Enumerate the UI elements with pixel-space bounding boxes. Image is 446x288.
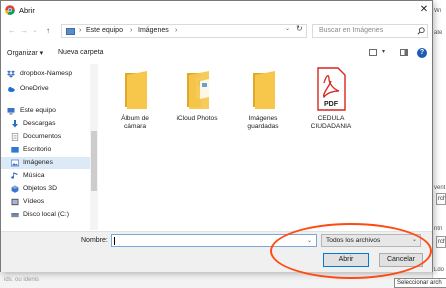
open-file-dialog: Abrir ✕ ← → ⌄ ↑ › Este equipo › Imágenes…: [0, 0, 433, 272]
refresh-icon[interactable]: ↻: [296, 24, 303, 33]
file-item-cedula-ciudadania[interactable]: PDF CEDULA CIUDADANIA: [305, 67, 357, 151]
file-label: Imágenes guardadas: [247, 115, 279, 130]
music-icon: [11, 172, 18, 179]
3d-objects-icon: [11, 185, 19, 193]
sidebar-item-label: Vídeos: [23, 198, 45, 205]
text-caret: [114, 237, 115, 245]
pictures-icon: [11, 159, 19, 167]
search-placeholder: Buscar en Imágenes: [319, 27, 384, 34]
file-label: CEDULA CIUDADANIA: [310, 115, 352, 130]
view-options-icon[interactable]: [369, 49, 377, 56]
folder-icon: [187, 71, 209, 109]
sidebar-item-videos[interactable]: Vídeos: [1, 196, 91, 208]
breadcrumb-separator: ›: [130, 27, 133, 34]
sidebar-item-label: Este equipo: [20, 107, 56, 114]
background-text: ate: [434, 30, 443, 36]
up-button[interactable]: ↑: [43, 25, 53, 37]
breadcrumb-separator: ›: [175, 27, 178, 34]
file-type-select[interactable]: Todos los archivos ⌄: [321, 234, 421, 247]
breadcrumb-imagenes[interactable]: Imágenes: [138, 27, 169, 34]
sidebar-item-onedrive[interactable]: OneDrive: [1, 83, 91, 95]
dialog-title: Abrir: [19, 6, 35, 15]
preview-pane-icon[interactable]: [400, 49, 408, 56]
background-text: ids. ou idenis: [4, 277, 40, 283]
navigation-pane: dropbox-Namesp OneDrive Este equipo Desc…: [1, 64, 98, 230]
breadcrumb-este-equipo[interactable]: Este equipo: [86, 27, 123, 34]
address-dropdown-icon[interactable]: ⌄: [285, 25, 290, 32]
sidebar-item-label: OneDrive: [20, 85, 49, 92]
sidebar-item-este-equipo[interactable]: Este equipo: [1, 105, 91, 117]
sidebar-item-label: Descargas: [23, 120, 56, 127]
new-folder-button[interactable]: Nueva carpeta: [58, 49, 104, 56]
close-button[interactable]: ✕: [417, 3, 431, 17]
background-area: [0, 272, 432, 288]
chrome-icon: [5, 5, 15, 15]
sidebar-item-label: dropbox-Namesp: [20, 70, 73, 77]
back-button[interactable]: ←: [7, 25, 17, 37]
view-dropdown-icon[interactable]: ▾: [382, 48, 385, 55]
sidebar-item-descargas[interactable]: Descargas: [1, 118, 91, 130]
address-row: ← → ⌄ ↑ › Este equipo › Imágenes › ⌄ ↻ B…: [1, 23, 432, 39]
organize-button[interactable]: Organizar ▾: [7, 49, 43, 57]
file-item-icloud-photos[interactable]: iCloud Photos: [171, 67, 223, 151]
file-item-imagenes-guardadas[interactable]: Imágenes guardadas: [237, 67, 289, 151]
sidebar-item-label: Objetos 3D: [23, 185, 58, 192]
folder-icon: [253, 71, 275, 109]
background-text: Wi: [434, 8, 441, 14]
documents-icon: [11, 133, 19, 141]
background-button: rch: [436, 193, 446, 205]
sidebar-item-musica[interactable]: Música: [1, 170, 91, 182]
sidebar-item-imagenes[interactable]: Imágenes: [1, 157, 91, 169]
open-button[interactable]: Abrir: [323, 253, 369, 267]
help-icon[interactable]: ?: [417, 48, 427, 58]
search-input[interactable]: Buscar en Imágenes: [312, 24, 428, 38]
cancel-button[interactable]: Cancelar: [379, 253, 423, 267]
dropbox-icon: [7, 70, 15, 78]
desktop-icon: [11, 147, 19, 153]
sidebar-item-dropbox[interactable]: dropbox-Namesp: [1, 68, 91, 80]
sidebar-item-label: Documentos: [23, 133, 62, 140]
toolbar: Organizar ▾ Nueva carpeta ▾ ?: [1, 46, 432, 62]
address-bar[interactable]: › Este equipo › Imágenes ›: [61, 24, 307, 38]
sidebar-item-disco-local[interactable]: Disco local (C:): [1, 209, 91, 221]
file-type-value: Todos los archivos: [326, 237, 381, 244]
breadcrumb-separator: ›: [79, 27, 82, 34]
onedrive-icon: [8, 87, 15, 92]
sidebar-scrollbar-thumb[interactable]: [91, 131, 97, 191]
chevron-down-icon: ⌄: [412, 237, 418, 243]
folder-icon: [125, 71, 147, 109]
sidebar-item-label: Disco local (C:): [23, 211, 70, 218]
title-bar: Abrir ✕: [1, 1, 432, 19]
computer-icon: [66, 28, 75, 35]
file-label: iCloud Photos: [176, 115, 218, 122]
sidebar-item-escritorio[interactable]: Escritorio: [1, 144, 91, 156]
drive-icon: [11, 213, 19, 218]
file-name-input[interactable]: ⌄: [111, 234, 317, 247]
sidebar-item-label: Música: [23, 172, 45, 179]
tooltip: Seleccionar arch: [394, 278, 446, 288]
sidebar-item-label: Escritorio: [23, 146, 52, 153]
download-icon: [12, 120, 18, 128]
recent-locations-button[interactable]: ⌄: [30, 25, 40, 37]
background-text: ntn: [434, 226, 443, 232]
videos-icon: [11, 198, 19, 206]
pdf-badge: PDF: [324, 101, 338, 108]
computer-icon: [7, 108, 15, 115]
sidebar-item-label: Imágenes: [23, 159, 53, 166]
background-text: vent: [434, 185, 446, 191]
background-text: Ldo: [434, 267, 445, 273]
sidebar-item-documentos[interactable]: Documentos: [1, 131, 91, 143]
background-button: rch: [436, 236, 446, 248]
forward-button[interactable]: →: [19, 25, 29, 37]
file-item-album-de-camara[interactable]: Álbum de cámara: [109, 67, 161, 151]
file-name-label: Nombre:: [81, 237, 108, 244]
sidebar-item-objetos-3d[interactable]: Objetos 3D: [1, 183, 91, 195]
search-icon[interactable]: [417, 27, 425, 35]
chevron-down-icon[interactable]: ⌄: [307, 237, 312, 244]
file-label: Álbum de cámara: [121, 115, 149, 130]
